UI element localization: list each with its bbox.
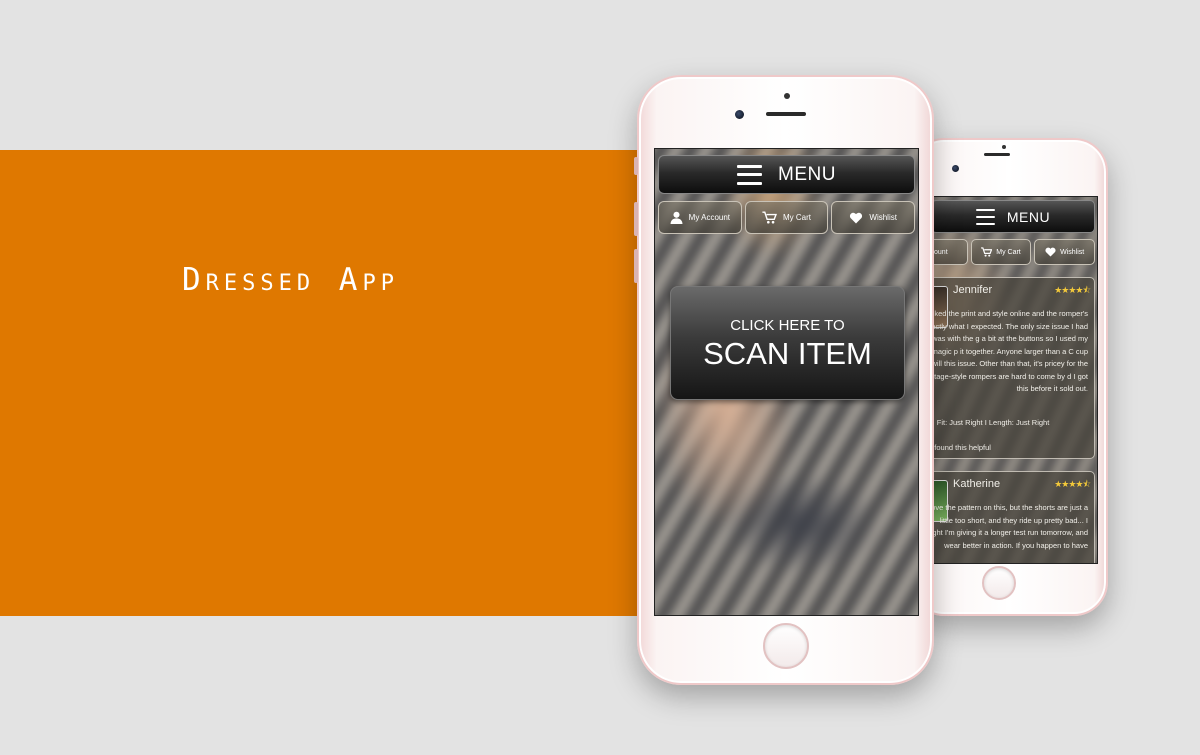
my-cart-button[interactable]: My Cart [970,239,1032,265]
volume-up-button [634,202,638,236]
menu-button[interactable]: MENU [658,155,915,194]
scan-item-button[interactable]: CLICK HERE TO SCAN ITEM [670,286,905,400]
review-text: I liked the print and style online and t… [928,309,1088,393]
reviewer-name: Jennifer [953,284,993,296]
menu-label: MENU [1006,208,1051,225]
user-icon [670,211,683,224]
nav-label: Wishlist [1060,248,1085,256]
cart-icon [981,247,993,257]
sensor [784,93,790,99]
hamburger-icon [737,164,763,185]
mute-switch [634,157,638,175]
my-account-button[interactable]: My Account [658,201,742,234]
nav-row: ccount My Cart Wishlist [929,239,1096,265]
hamburger-icon [975,208,995,225]
front-camera [952,165,959,172]
review-card: Katherine ★★★★⯪ I love the pattern on th… [928,471,1095,563]
reviews-screen: MENU ccount My Cart Wishlist Jennifer ★★… [928,196,1098,564]
home-button[interactable] [982,566,1016,600]
app-title: Dressed App [182,262,399,298]
front-camera [735,110,744,119]
star-rating: ★★★★⯪ [1054,479,1091,489]
nav-label: My Cart [783,213,811,222]
wishlist-button[interactable]: Wishlist [1034,239,1096,265]
heart-icon [850,212,863,223]
speaker-grille [766,112,806,116]
sensor [1002,145,1006,149]
scan-screen: MENU My Account My Cart Wishlist CLICK H… [654,148,919,616]
heart-icon [1045,247,1056,257]
home-button[interactable] [763,623,809,669]
nav-label: My Cart [996,248,1021,256]
scan-button-line2: SCAN ITEM [703,336,872,371]
menu-button[interactable]: MENU [931,200,1095,233]
scan-button-line1: CLICK HERE TO [730,317,845,334]
star-rating: ★★★★⯪ [1054,285,1091,295]
review-text: I love the pattern on this, but the shor… [928,503,1088,550]
nav-label: My Account [688,213,731,222]
nav-label: Wishlist [869,213,897,222]
cart-icon [762,211,777,224]
orange-banner [0,150,640,616]
helpful-count: ople found this helpful [929,443,991,452]
review-card: Jennifer ★★★★⯪ I liked the print and sty… [928,277,1095,459]
back-phone-mockup: MENU ccount My Cart Wishlist Jennifer ★★… [910,138,1108,616]
volume-down-button [634,249,638,283]
my-cart-button[interactable]: My Cart [744,201,829,234]
speaker-grille [984,153,1010,156]
front-phone-mockup: MENU My Account My Cart Wishlist CLICK H… [634,75,934,685]
fit-info: ood I Fit: Just Right I Length: Just Rig… [928,418,1050,427]
reviewer-name: Katherine [953,478,1001,490]
nav-row: My Account My Cart Wishlist [658,201,916,234]
wishlist-button[interactable]: Wishlist [831,201,916,234]
menu-label: MENU [778,163,836,185]
